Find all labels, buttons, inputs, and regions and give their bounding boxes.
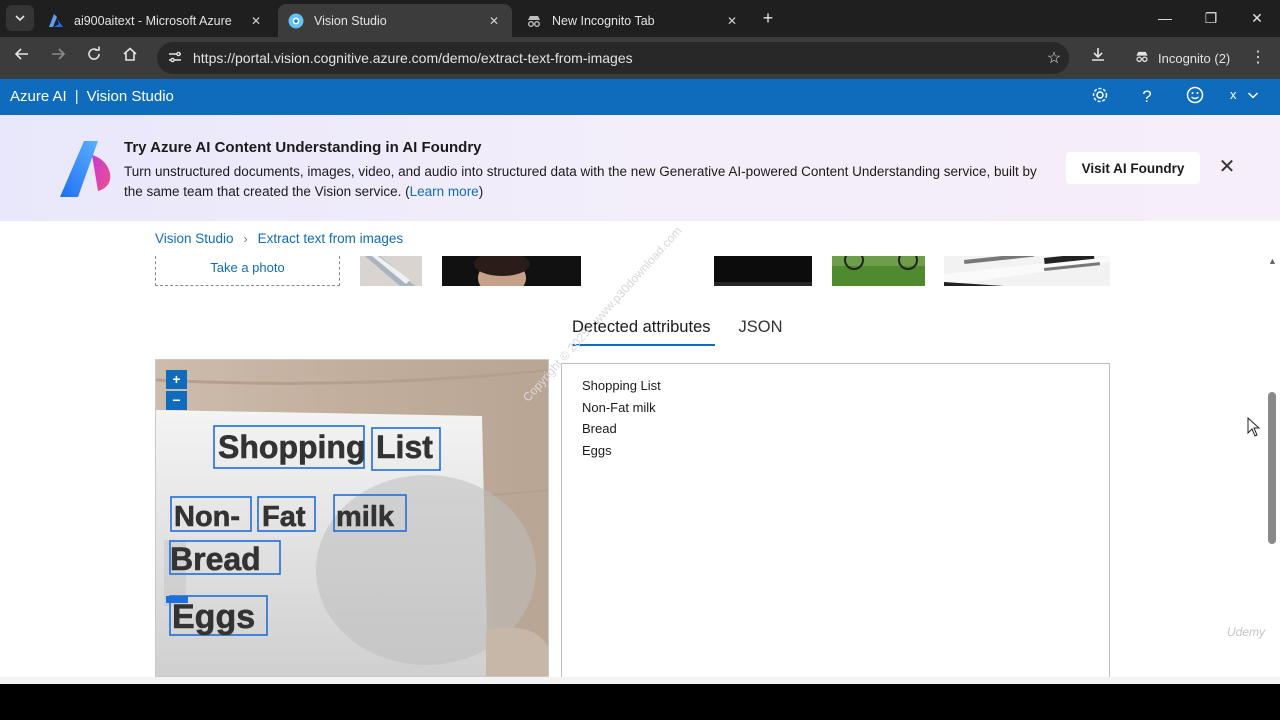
chevron-down-icon xyxy=(1247,91,1258,99)
mouse-cursor-icon xyxy=(1247,417,1261,437)
scrollbar-thumb[interactable] xyxy=(1268,392,1276,544)
visit-ai-foundry-button[interactable]: Visit AI Foundry xyxy=(1066,152,1200,184)
brand-separator: | xyxy=(74,88,79,105)
zoom-out-button[interactable]: − xyxy=(166,391,187,410)
page-scrollbar[interactable]: ▲ xyxy=(1266,254,1278,684)
forward-button[interactable] xyxy=(46,46,70,70)
result-line: Non-Fat milk xyxy=(582,400,656,415)
arrow-right-icon xyxy=(52,48,66,60)
chevron-down-icon xyxy=(15,15,25,22)
close-icon[interactable]: ✕ xyxy=(248,14,264,28)
letterbox-bar xyxy=(0,684,1280,720)
ocr-word: Fat xyxy=(262,501,306,533)
settings-gear-icon[interactable] xyxy=(1089,86,1111,108)
incognito-profile-button[interactable]: Incognito (2) xyxy=(1124,44,1240,72)
banner-title: Try Azure AI Content Understanding in AI… xyxy=(124,139,482,156)
sample-image-person[interactable] xyxy=(442,256,581,286)
detected-attributes-panel: Shopping List Non-Fat milk Bread Eggs xyxy=(561,363,1110,683)
browser-menu-button[interactable]: ⋮ xyxy=(1248,46,1268,70)
arrow-left-icon xyxy=(14,48,28,60)
banner-body-end: ) xyxy=(478,183,484,199)
downloads-button[interactable] xyxy=(1086,46,1110,70)
ai-foundry-banner: Try Azure AI Content Understanding in AI… xyxy=(0,115,1280,221)
app-header: Azure AI | Vision Studio ? x xyxy=(0,79,1280,115)
incognito-label: Incognito (2) xyxy=(1158,50,1231,66)
udemy-watermark: Udemy xyxy=(1227,625,1266,639)
banner-body-text: Turn unstructured documents, images, vid… xyxy=(124,164,1037,199)
result-line: Shopping List xyxy=(582,378,661,393)
chevron-right-icon: › xyxy=(243,231,248,246)
breadcrumb-current[interactable]: Extract text from images xyxy=(258,231,404,246)
site-info-icon[interactable] xyxy=(159,50,191,67)
screen: ai900aitext - Microsoft Azure ✕ Vision S… xyxy=(0,0,1280,720)
tab-title: Vision Studio xyxy=(314,13,387,28)
sample-image-bicycle[interactable] xyxy=(832,256,925,286)
ocr-word: milk xyxy=(336,501,395,533)
tab-new-incognito[interactable]: New Incognito Tab ✕ xyxy=(516,4,750,37)
brand-vision-studio: Vision Studio xyxy=(86,88,174,105)
azure-logo-icon xyxy=(48,13,64,29)
sample-image-document[interactable] xyxy=(360,256,422,286)
close-icon[interactable]: ✕ xyxy=(486,14,502,28)
help-icon[interactable]: ? xyxy=(1136,86,1158,108)
address-bar[interactable]: https://portal.vision.cognitive.azure.co… xyxy=(157,42,1069,74)
home-button[interactable] xyxy=(118,46,142,70)
page-bottom-edge xyxy=(0,677,1280,684)
scroll-up-arrow-icon[interactable]: ▲ xyxy=(1268,256,1277,266)
browser-tabstrip: ai900aitext - Microsoft Azure ✕ Vision S… xyxy=(0,0,1280,37)
bookmark-star-icon[interactable]: ☆ xyxy=(1039,48,1069,68)
user-account-menu[interactable]: x xyxy=(1230,87,1259,102)
take-photo-button[interactable]: Take a photo xyxy=(155,256,340,286)
tab-json[interactable]: JSON xyxy=(739,318,783,346)
tab-search-button[interactable] xyxy=(6,5,34,31)
home-icon xyxy=(123,47,137,61)
download-icon xyxy=(1092,48,1104,61)
url-text[interactable]: https://portal.vision.cognitive.azure.co… xyxy=(193,50,1039,66)
result-line: Eggs xyxy=(582,443,612,458)
browser-toolbar: https://portal.vision.cognitive.azure.co… xyxy=(0,37,1280,79)
tab-title: ai900aitext - Microsoft Azure xyxy=(74,13,232,28)
ocr-word: Bread xyxy=(170,541,261,577)
ai-foundry-logo-icon xyxy=(60,141,111,197)
breadcrumb-vision-studio[interactable]: Vision Studio xyxy=(155,231,234,246)
restore-button[interactable]: ❐ xyxy=(1199,8,1223,28)
image-preview-panel: Shopping List Non- Fat milk Bread Eggs +… xyxy=(155,359,549,677)
brand-azure-ai: Azure AI xyxy=(10,88,67,105)
feedback-smiley-icon[interactable] xyxy=(1184,86,1206,108)
tab-title: New Incognito Tab xyxy=(552,13,655,28)
vision-studio-icon xyxy=(288,13,304,29)
ocr-word: List xyxy=(376,429,433,465)
banner-body: Turn unstructured documents, images, vid… xyxy=(124,162,1044,201)
breadcrumb: Vision Studio › Extract text from images xyxy=(155,231,403,246)
reload-button[interactable] xyxy=(82,46,106,70)
close-icon[interactable]: ✕ xyxy=(724,14,740,28)
result-line: Bread xyxy=(582,421,617,436)
app-brand[interactable]: Azure AI | Vision Studio xyxy=(10,88,174,105)
ocr-word: Non- xyxy=(174,501,240,533)
learn-more-link[interactable]: Learn more xyxy=(410,184,479,199)
new-tab-button[interactable]: + xyxy=(758,8,778,28)
reload-icon xyxy=(88,46,100,60)
sample-image-dark[interactable] xyxy=(714,256,812,286)
incognito-icon xyxy=(526,13,542,29)
close-banner-icon[interactable]: ✕ xyxy=(1216,156,1238,178)
tab-azure-portal[interactable]: ai900aitext - Microsoft Azure ✕ xyxy=(38,4,274,37)
close-window-button[interactable]: ✕ xyxy=(1245,8,1269,28)
tab-vision-studio[interactable]: Vision Studio ✕ xyxy=(278,4,512,37)
minimize-button[interactable]: — xyxy=(1153,8,1177,28)
ocr-overlay: Shopping List Non- Fat milk Bread Eggs xyxy=(166,425,441,636)
zoom-in-button[interactable]: + xyxy=(166,370,187,389)
incognito-icon xyxy=(1134,50,1150,66)
ocr-word: Eggs xyxy=(172,598,255,636)
ocr-word: Shopping xyxy=(218,429,366,465)
user-initial: x xyxy=(1230,87,1237,102)
sample-image-nutrition-label[interactable] xyxy=(944,256,1110,286)
back-button[interactable] xyxy=(10,46,34,70)
